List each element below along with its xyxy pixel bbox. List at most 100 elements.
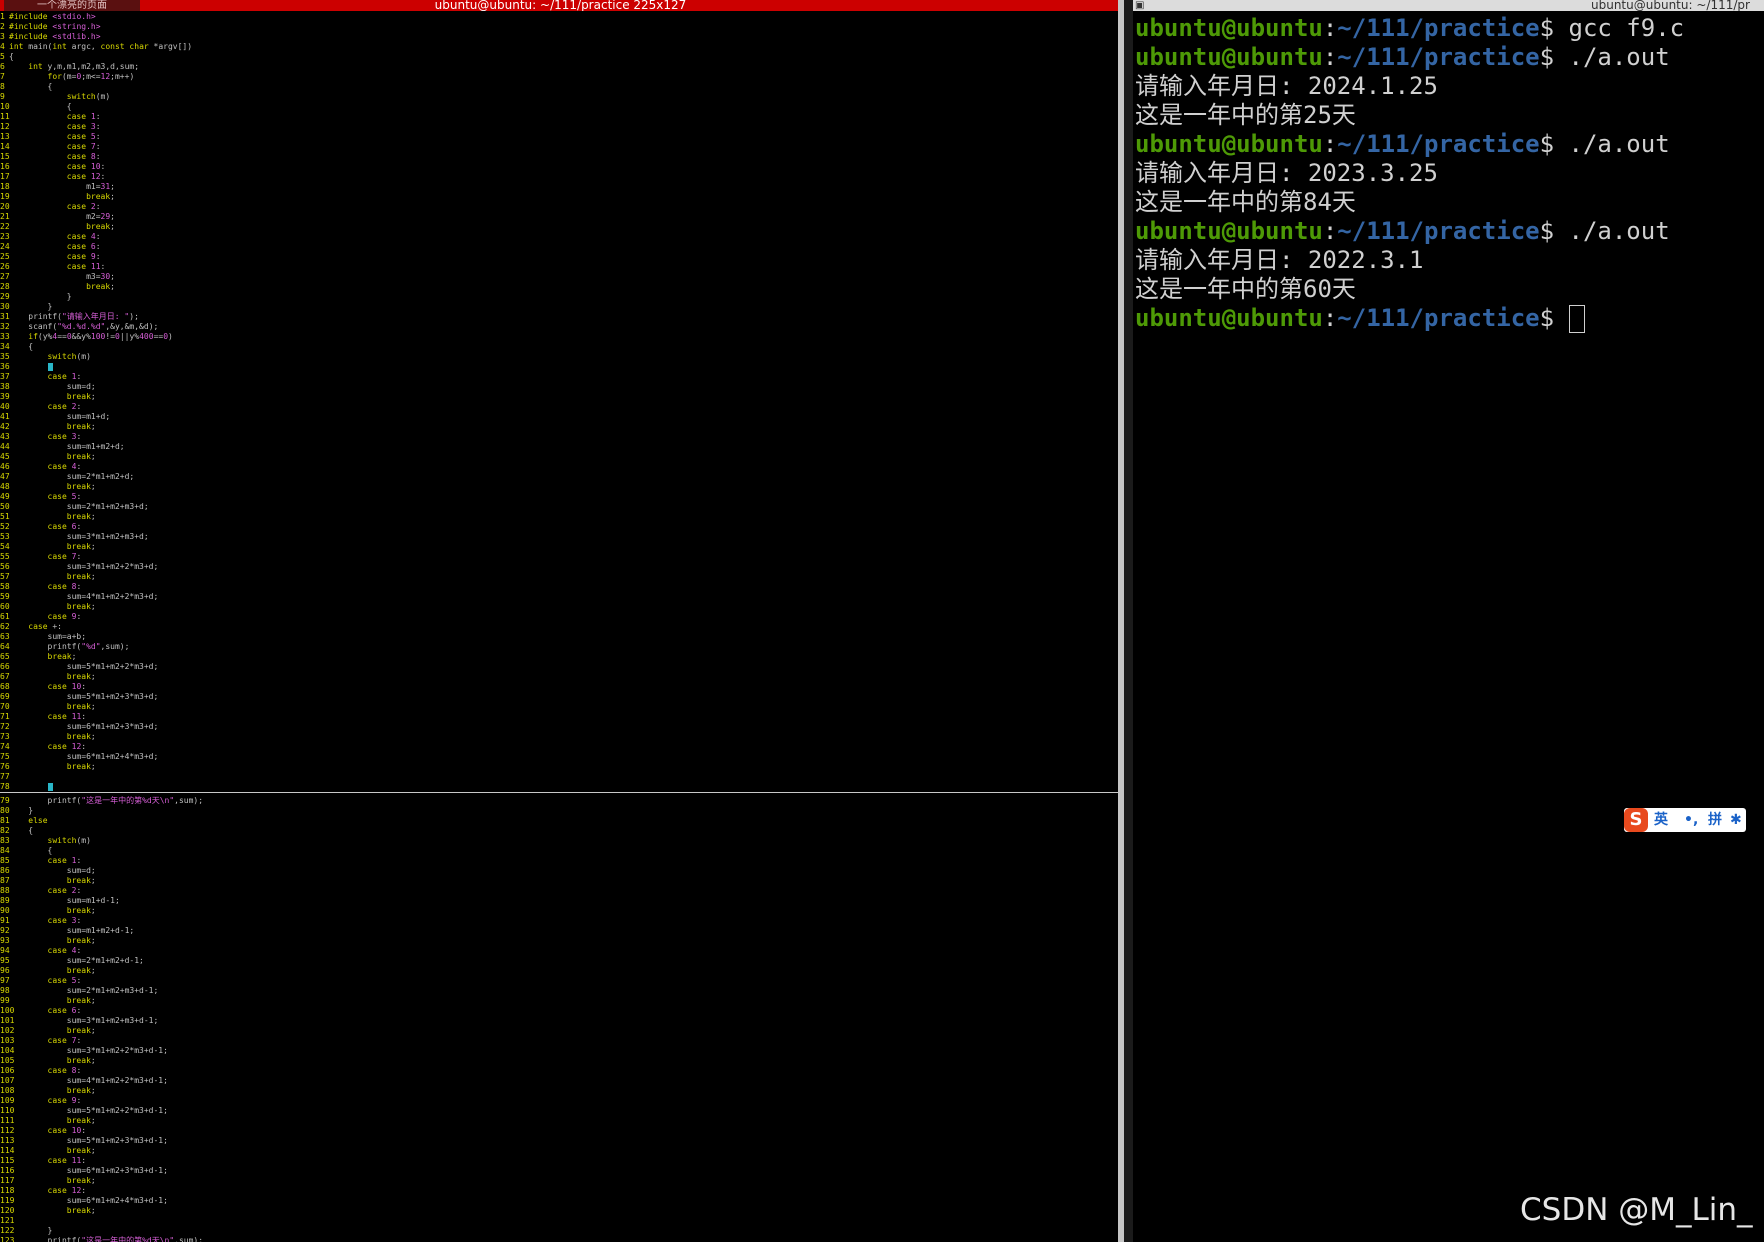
terminal-menu-icon[interactable]: ▣	[1135, 0, 1147, 11]
code-line[interactable]: 3 #include <stdlib.h>	[0, 32, 1118, 42]
vim-editor-window[interactable]: 一个漂亮的页面 ubuntu@ubuntu: ~/111/practice 22…	[0, 0, 1121, 1242]
code-line[interactable]: 80 }	[0, 806, 1118, 816]
code-line[interactable]: 10 {	[0, 102, 1118, 112]
code-line[interactable]: 90 break;	[0, 906, 1118, 916]
code-line[interactable]: 110 sum=5*m1+m2+2*m3+d-1;	[0, 1106, 1118, 1116]
code-line[interactable]: 55 case 7:	[0, 552, 1118, 562]
code-line[interactable]: 74 case 12:	[0, 742, 1118, 752]
code-line[interactable]: 105 break;	[0, 1056, 1118, 1066]
code-line[interactable]: 65 break;	[0, 652, 1118, 662]
code-line[interactable]: 37 case 1:	[0, 372, 1118, 382]
code-line[interactable]: 52 case 6:	[0, 522, 1118, 532]
code-line[interactable]: 12 case 3:	[0, 122, 1118, 132]
code-pane-top[interactable]: 1 #include <stdio.h> 2 #include <string.h> 3…	[0, 12, 1118, 792]
code-line[interactable]: 47 sum=2*m1+m2+d;	[0, 472, 1118, 482]
split-pane-divider[interactable]	[0, 792, 1118, 793]
code-line[interactable]: 16 case 10:	[0, 162, 1118, 172]
code-line[interactable]: 113 sum=5*m1+m2+3*m3+d-1;	[0, 1136, 1118, 1146]
code-line[interactable]: 99 break;	[0, 996, 1118, 1006]
left-window-titlebar[interactable]: 一个漂亮的页面 ubuntu@ubuntu: ~/111/practice 22…	[0, 0, 1121, 11]
code-line[interactable]: 109 case 9:	[0, 1096, 1118, 1106]
code-line[interactable]: 46 case 4:	[0, 462, 1118, 472]
code-line[interactable]: 50 sum=2*m1+m2+m3+d;	[0, 502, 1118, 512]
code-line[interactable]: 2 #include <string.h>	[0, 22, 1118, 32]
code-line[interactable]: 13 case 5:	[0, 132, 1118, 142]
code-line[interactable]: 41 sum=m1+d;	[0, 412, 1118, 422]
code-line[interactable]: 38 sum=d;	[0, 382, 1118, 392]
code-line[interactable]: 6 int y,m,m1,m2,m3,d,sum;	[0, 62, 1118, 72]
code-line[interactable]: 77	[0, 772, 1118, 782]
code-line[interactable]: 106 case 8:	[0, 1066, 1118, 1076]
code-line[interactable]: 44 sum=m1+m2+d;	[0, 442, 1118, 452]
code-line[interactable]: 4 int main(int argc, const char *argv[])	[0, 42, 1118, 52]
code-line[interactable]: 58 case 8:	[0, 582, 1118, 592]
code-line[interactable]: 66 sum=5*m1+m2+2*m3+d;	[0, 662, 1118, 672]
code-line[interactable]: 36	[0, 362, 1118, 372]
code-line[interactable]: 42 break;	[0, 422, 1118, 432]
code-line[interactable]: 54 break;	[0, 542, 1118, 552]
code-line[interactable]: 48 break;	[0, 482, 1118, 492]
code-line[interactable]: 61 case 9:	[0, 612, 1118, 622]
code-line[interactable]: 94 case 4:	[0, 946, 1118, 956]
code-line[interactable]: 28 break;	[0, 282, 1118, 292]
code-line[interactable]: 60 break;	[0, 602, 1118, 612]
code-line[interactable]: 39 break;	[0, 392, 1118, 402]
code-line[interactable]: 1 #include <stdio.h>	[0, 12, 1118, 22]
code-line[interactable]: 87 break;	[0, 876, 1118, 886]
code-line[interactable]: 30 }	[0, 302, 1118, 312]
ime-lang-toggle[interactable]: 英	[1654, 808, 1668, 832]
code-line[interactable]: 59 sum=4*m1+m2+2*m3+d;	[0, 592, 1118, 602]
code-line[interactable]: 121	[0, 1216, 1118, 1226]
code-line[interactable]: 84 {	[0, 846, 1118, 856]
code-line[interactable]: 21 m2=29;	[0, 212, 1118, 222]
code-line[interactable]: 62 case +:	[0, 622, 1118, 632]
code-line[interactable]: 56 sum=3*m1+m2+2*m3+d;	[0, 562, 1118, 572]
terminal-cursor[interactable]	[1568, 305, 1585, 333]
code-line[interactable]: 63 sum=a+b;	[0, 632, 1118, 642]
code-line[interactable]: 111 break;	[0, 1116, 1118, 1126]
code-line[interactable]: 14 case 7:	[0, 142, 1118, 152]
code-line[interactable]: 73 break;	[0, 732, 1118, 742]
code-line[interactable]: 117 break;	[0, 1176, 1118, 1186]
code-line[interactable]: 9 switch(m)	[0, 92, 1118, 102]
code-line[interactable]: 96 break;	[0, 966, 1118, 976]
code-line[interactable]: 112 case 10:	[0, 1126, 1118, 1136]
code-line[interactable]: 67 break;	[0, 672, 1118, 682]
code-line[interactable]: 123 printf("这是一年中的第%d天\n",sum);	[0, 1236, 1118, 1242]
code-line[interactable]: 19 break;	[0, 192, 1118, 202]
code-line[interactable]: 57 break;	[0, 572, 1118, 582]
code-line[interactable]: 22 break;	[0, 222, 1118, 232]
code-line[interactable]: 88 case 2:	[0, 886, 1118, 896]
code-line[interactable]: 81 else	[0, 816, 1118, 826]
code-line[interactable]: 89 sum=m1+d-1;	[0, 896, 1118, 906]
code-line[interactable]: 122 }	[0, 1226, 1118, 1236]
terminal-output[interactable]: ubuntu@ubuntu:~/111/practice$ gcc f9.c ub…	[1135, 14, 1764, 333]
code-line[interactable]: 71 case 11:	[0, 712, 1118, 722]
code-line[interactable]: 85 case 1:	[0, 856, 1118, 866]
code-line[interactable]: 20 case 2:	[0, 202, 1118, 212]
code-line[interactable]: 34 {	[0, 342, 1118, 352]
code-line[interactable]: 91 case 3:	[0, 916, 1118, 926]
code-line[interactable]: 15 case 8:	[0, 152, 1118, 162]
code-line[interactable]: 33 if(y%4==0&&y%100!=0||y%400==0)	[0, 332, 1118, 342]
code-line[interactable]: 108 break;	[0, 1086, 1118, 1096]
terminal-window[interactable]: ▣ ubuntu@ubuntu: ~/111/pr ubuntu@ubuntu:…	[1133, 0, 1764, 1242]
ime-mode-toggle[interactable]: 拼	[1708, 808, 1722, 832]
code-line[interactable]: 31 printf("请输入年月日: ");	[0, 312, 1118, 322]
code-line[interactable]: 100 case 6:	[0, 1006, 1118, 1016]
code-line[interactable]: 92 sum=m1+m2+d-1;	[0, 926, 1118, 936]
code-line[interactable]: 118 case 12:	[0, 1186, 1118, 1196]
code-line[interactable]: 78	[0, 782, 1118, 792]
code-line[interactable]: 32 scanf("%d.%d.%d",&y,&m,&d);	[0, 322, 1118, 332]
code-line[interactable]: 11 case 1:	[0, 112, 1118, 122]
code-line[interactable]: 43 case 3:	[0, 432, 1118, 442]
code-line[interactable]: 40 case 2:	[0, 402, 1118, 412]
code-line[interactable]: 120 break;	[0, 1206, 1118, 1216]
code-line[interactable]: 49 case 5:	[0, 492, 1118, 502]
code-line[interactable]: 76 break;	[0, 762, 1118, 772]
code-line[interactable]: 119 sum=6*m1+m2+4*m3+d-1;	[0, 1196, 1118, 1206]
code-line[interactable]: 5{	[0, 52, 1118, 62]
code-line[interactable]: 18 m1=31;	[0, 182, 1118, 192]
code-line[interactable]: 79 printf("这是一年中的第%d天\n",sum);	[0, 796, 1118, 806]
sogou-logo-icon[interactable]: S	[1624, 808, 1648, 832]
